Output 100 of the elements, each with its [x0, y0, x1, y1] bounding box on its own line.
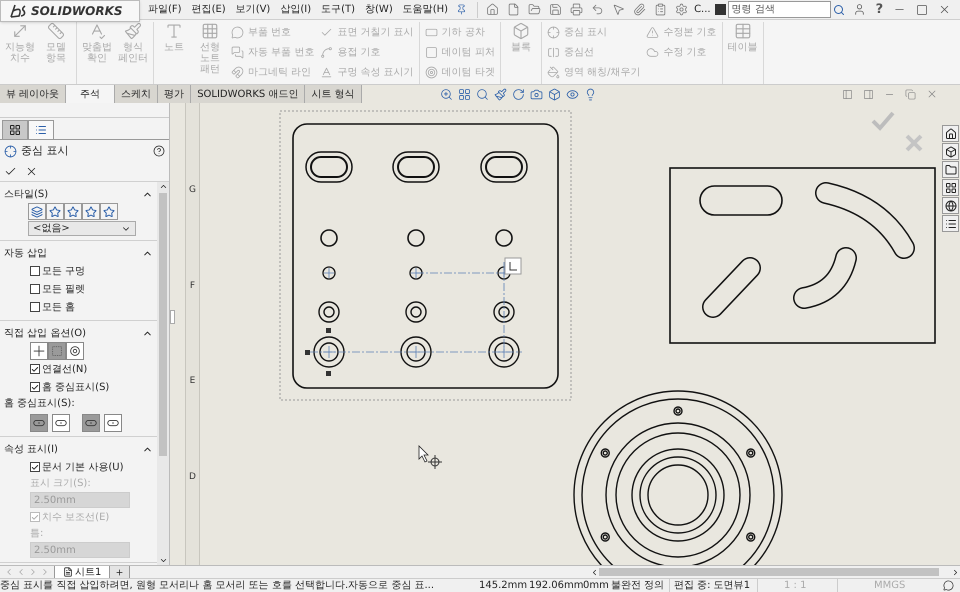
camera-icon[interactable] — [530, 88, 543, 100]
add-sheet-button[interactable] — [110, 566, 130, 578]
insert-mode-button[interactable] — [66, 342, 84, 360]
home-icon[interactable] — [486, 3, 500, 16]
plate-drawing[interactable] — [292, 123, 559, 389]
menu-item[interactable]: 창(W) — [365, 2, 393, 17]
pointer-icon[interactable] — [612, 3, 626, 16]
scroll-up-icon[interactable] — [158, 182, 168, 191]
view-cube-icon[interactable] — [548, 88, 561, 100]
sheet-tab[interactable]: 시트1 — [54, 566, 110, 578]
clip-icon[interactable] — [633, 3, 646, 16]
new-file-icon[interactable] — [507, 3, 520, 16]
panel-tab[interactable] — [28, 120, 54, 139]
style-button[interactable] — [28, 203, 46, 220]
checkbox[interactable] — [30, 382, 40, 392]
task-pane-button[interactable] — [942, 215, 959, 232]
scrollbar-thumb[interactable] — [599, 568, 939, 576]
task-pane-button[interactable] — [942, 179, 959, 196]
ribbon-tab[interactable]: 주석 — [66, 85, 116, 103]
eye-icon[interactable] — [566, 88, 579, 100]
settings-icon[interactable] — [675, 3, 688, 16]
menu-item[interactable]: 도구(T) — [321, 2, 356, 17]
zoom-area-icon[interactable] — [476, 88, 489, 100]
menu-item[interactable]: 파일(F) — [148, 2, 182, 17]
menu-item[interactable]: 편집(E) — [192, 2, 226, 17]
units-button[interactable]: MMGS — [837, 578, 937, 592]
maximize-icon[interactable] — [916, 4, 928, 16]
center-mark-icon[interactable] — [4, 144, 17, 158]
scrollbar[interactable] — [157, 182, 169, 565]
undo-icon[interactable] — [591, 3, 604, 16]
style-dropdown[interactable]: <없음> — [28, 221, 136, 236]
selection-frame[interactable] — [280, 110, 572, 400]
horizontal-scrollbar[interactable] — [590, 566, 960, 578]
menu-item[interactable]: 보기(V) — [236, 2, 270, 17]
save-icon[interactable] — [549, 3, 562, 16]
center-line[interactable] — [310, 262, 522, 358]
list-icon[interactable] — [654, 3, 668, 16]
task-pane-button[interactable] — [942, 143, 959, 160]
checkbox[interactable] — [30, 462, 40, 472]
checkbox[interactable] — [30, 266, 40, 276]
search-field[interactable]: 명령 검색 — [728, 1, 831, 18]
selection-handle[interactable] — [305, 328, 331, 376]
message-icon[interactable] — [943, 580, 954, 591]
checkbox-label: 치수 보조선(E) — [42, 510, 110, 524]
insert-mode-button[interactable] — [30, 342, 48, 360]
pin-icon[interactable] — [456, 4, 468, 15]
rotate-icon[interactable] — [512, 88, 525, 100]
view-palette-icon — [944, 182, 956, 194]
checkbox[interactable] — [30, 284, 40, 294]
scroll-right-icon[interactable] — [951, 568, 960, 576]
section-title: 속성 표시(I) — [4, 442, 58, 456]
search-icon[interactable] — [832, 4, 845, 16]
scroll-left-icon[interactable] — [590, 568, 599, 576]
checkbox[interactable] — [30, 302, 40, 312]
zoom-icon[interactable] — [440, 88, 453, 100]
style-button[interactable] — [100, 203, 118, 220]
checkbox-label: 연결선(N) — [42, 362, 88, 376]
panel-tab[interactable] — [2, 120, 28, 139]
help-icon[interactable] — [153, 145, 165, 157]
checkbox[interactable] — [30, 364, 40, 374]
confirm-check-icon[interactable] — [872, 112, 895, 131]
task-pane-button[interactable] — [942, 125, 959, 142]
panel-left-icon[interactable] — [842, 88, 853, 100]
close-icon[interactable] — [926, 88, 938, 100]
menu-item[interactable]: 삽입(I) — [280, 2, 312, 17]
style-button[interactable] — [64, 203, 82, 220]
y-coordinate: 192.06mm — [529, 579, 583, 592]
parts-icon — [944, 146, 956, 158]
print-icon[interactable] — [570, 3, 584, 16]
corner-tag-icon[interactable] — [504, 258, 522, 274]
plus-icon — [115, 568, 124, 576]
task-pane-button[interactable] — [942, 197, 959, 214]
scrollbar-thumb[interactable] — [159, 193, 167, 456]
sketch-icon[interactable] — [494, 88, 507, 100]
z-coordinate: 0mm — [583, 579, 610, 592]
scroll-down-icon[interactable] — [158, 556, 168, 565]
panel-right-icon[interactable] — [863, 88, 874, 100]
open-folder-icon[interactable] — [528, 3, 542, 16]
panel-collapse-handle[interactable] — [170, 310, 175, 324]
scale-button[interactable]: 1 : 1 — [757, 578, 837, 592]
cancel-icon[interactable] — [25, 165, 38, 178]
user-icon[interactable] — [852, 3, 866, 16]
restore-icon[interactable] — [905, 88, 916, 100]
overflow-label[interactable]: C... — [694, 2, 711, 17]
menu-item[interactable]: 도움말(H) — [402, 2, 448, 17]
task-pane-button[interactable] — [942, 161, 959, 178]
style-button[interactable] — [46, 203, 64, 220]
logo-text: SOLIDWORKS — [31, 2, 123, 20]
slot-mode-button[interactable] — [52, 414, 70, 432]
flange-drawing[interactable] — [573, 390, 783, 565]
slot-mode-button[interactable] — [104, 414, 122, 432]
checkbox-label: 모든 필렛 — [42, 282, 86, 296]
slot-plate-drawing[interactable] — [669, 167, 936, 344]
style-button[interactable] — [82, 203, 100, 220]
editing-status: 편집 중: 도면뷰1 — [669, 578, 757, 592]
field-label: 표시 크기(S): — [30, 477, 92, 491]
panel-title: 중심 표시 — [21, 142, 68, 159]
field-label: 틈: — [30, 527, 44, 541]
help-label[interactable]: ? — [876, 0, 884, 20]
zoom-fit-icon[interactable] — [458, 88, 471, 100]
